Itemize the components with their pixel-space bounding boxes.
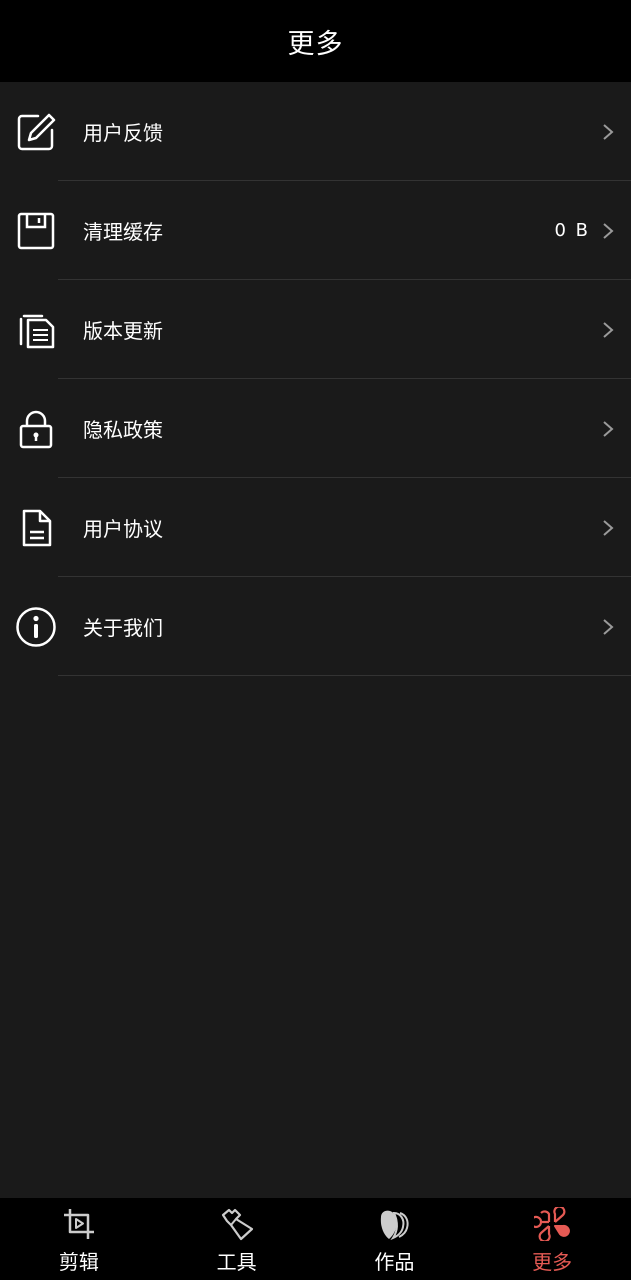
- menu-item-user-agreement[interactable]: 用户协议: [0, 478, 631, 577]
- crop-play-icon: [60, 1206, 98, 1242]
- edit-icon: [14, 110, 58, 154]
- menu-item-feedback[interactable]: 用户反馈: [0, 82, 631, 181]
- settings-menu: 用户反馈 清理缓存 0 B 版本更新 隐私政策 用户协议 关于我们: [0, 82, 631, 676]
- tab-tools[interactable]: 工具: [158, 1198, 316, 1280]
- menu-item-label: 用户协议: [83, 517, 163, 541]
- menu-item-clear-cache[interactable]: 清理缓存 0 B: [0, 181, 631, 280]
- chevron-right-icon: [601, 320, 615, 340]
- tab-label: 更多: [532, 1250, 573, 1274]
- chevron-right-icon: [601, 617, 615, 637]
- menu-item-privacy-policy[interactable]: 隐私政策: [0, 379, 631, 478]
- bottom-tab-bar: 剪辑 工具 作品 更多: [0, 1198, 631, 1280]
- chevron-right-icon: [601, 221, 615, 241]
- page-title: 更多: [287, 28, 344, 60]
- chevron-right-icon: [601, 518, 615, 538]
- works-icon: [375, 1206, 413, 1242]
- save-icon: [14, 209, 58, 253]
- tab-edit[interactable]: 剪辑: [0, 1198, 158, 1280]
- tab-more[interactable]: 更多: [473, 1198, 631, 1280]
- chevron-right-icon: [601, 419, 615, 439]
- lock-icon: [14, 407, 58, 451]
- cache-size-value: 0 B: [554, 220, 590, 241]
- menu-item-label: 用户反馈: [83, 121, 163, 145]
- tools-icon: [218, 1206, 256, 1242]
- more-grid-icon: [533, 1206, 571, 1242]
- top-bar: 更多: [0, 0, 631, 82]
- info-icon: [14, 605, 58, 649]
- document-icon: [14, 506, 58, 550]
- menu-item-label: 版本更新: [83, 319, 163, 343]
- menu-item-label: 隐私政策: [83, 418, 163, 442]
- menu-item-label: 清理缓存: [83, 220, 163, 244]
- tab-label: 剪辑: [58, 1250, 99, 1274]
- app-root: 更多 用户反馈 清理缓存 0 B 版本更新 隐私政策 用户协议 关于我们 剪辑 …: [0, 0, 631, 1280]
- divider: [58, 675, 631, 676]
- tab-label: 作品: [374, 1250, 415, 1274]
- copy-icon: [14, 308, 58, 352]
- tab-label: 工具: [216, 1250, 257, 1274]
- menu-item-version-update[interactable]: 版本更新: [0, 280, 631, 379]
- menu-item-about-us[interactable]: 关于我们: [0, 577, 631, 676]
- tab-works[interactable]: 作品: [316, 1198, 474, 1280]
- chevron-right-icon: [601, 122, 615, 142]
- menu-item-label: 关于我们: [83, 616, 163, 640]
